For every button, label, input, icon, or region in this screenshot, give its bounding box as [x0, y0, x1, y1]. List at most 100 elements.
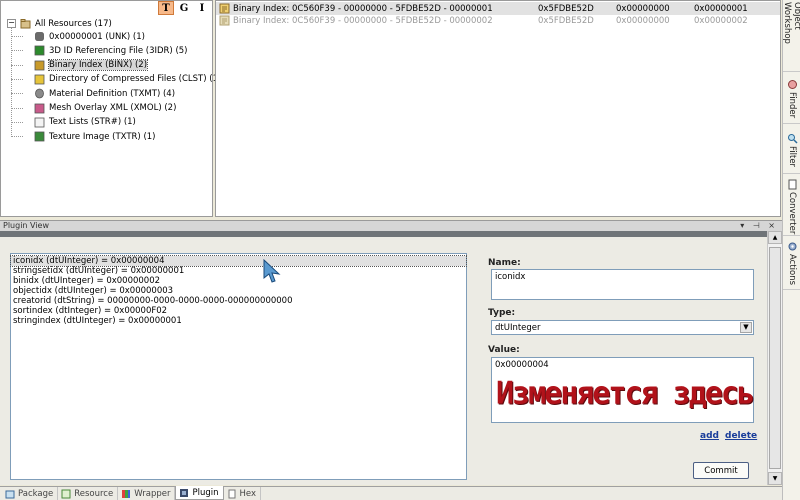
- wrapper-icon: [122, 489, 131, 498]
- plugin-view-header: Plugin View ▾ ⊣ ×: [0, 220, 782, 231]
- tab-hex[interactable]: Hex: [224, 487, 262, 500]
- tab-label: Plugin: [192, 487, 219, 498]
- side-tab-filter[interactable]: Filter: [783, 130, 800, 174]
- finder-icon: [787, 80, 797, 89]
- text-list-icon: [34, 117, 45, 128]
- tree-guide-line: [11, 107, 23, 109]
- field-item[interactable]: sortindex (dtInteger) = 0x00000F02: [11, 306, 466, 316]
- tab-package[interactable]: Package: [2, 487, 59, 500]
- side-tab-object-workshop[interactable]: Object Workshop: [782, 0, 800, 72]
- tree-toolbar-i-button[interactable]: I: [194, 1, 210, 15]
- package-icon: [5, 490, 15, 498]
- field-item[interactable]: creatorid (dtString) = 00000000-0000-000…: [11, 296, 466, 306]
- resource-icon: [61, 489, 71, 498]
- field-item[interactable]: stringindex (dtUInteger) = 0x00000001: [11, 316, 466, 326]
- add-link[interactable]: add: [700, 431, 719, 441]
- tree-guide-line: [11, 64, 23, 66]
- tab-resource[interactable]: Resource: [58, 487, 119, 500]
- tree-node-label: 3D ID Referencing File (3IDR) (5): [49, 45, 188, 56]
- list-row-name: Binary Index: 0C560F39 - 00000000 - 5FDB…: [233, 15, 493, 26]
- side-tab-converter[interactable]: Converter: [783, 176, 800, 236]
- tab-label: Package: [18, 488, 54, 499]
- texture-image-icon: [34, 131, 45, 142]
- field-item[interactable]: iconidx (dtUInteger) = 0x00000004: [10, 255, 467, 267]
- 3d-id-icon: [34, 45, 45, 56]
- tab-label: Wrapper: [134, 488, 171, 499]
- side-tab-label: Filter: [787, 146, 797, 168]
- scroll-thumb[interactable]: [769, 247, 781, 469]
- tree-guide-line: [11, 28, 12, 135]
- field-item[interactable]: objectidx (dtUInteger) = 0x00000003: [11, 286, 466, 296]
- list-row-type: 0x00000001: [694, 3, 748, 14]
- tab-plugin[interactable]: Plugin: [175, 486, 224, 500]
- overlay-annotation: Изменяется здесь: [496, 375, 755, 412]
- resource-tree-pane: T G I − All Resources (17) 0x00000001 (U…: [0, 0, 221, 217]
- tree-node[interactable]: 0x00000001 (UNK) (1): [34, 30, 145, 43]
- tree-node-label: Texture Image (TXTR) (1): [49, 131, 156, 142]
- tree-node[interactable]: Mesh Overlay XML (XMOL) (2): [34, 102, 176, 115]
- scroll-down-arrow[interactable]: ▼: [768, 472, 782, 485]
- side-tab-label: Finder: [787, 92, 797, 119]
- tree-node[interactable]: Binary Index (BINX) (2): [34, 59, 149, 72]
- side-tab-label: Actions: [787, 254, 797, 286]
- tab-label: Hex: [239, 488, 257, 499]
- tree-toolbar-t-button[interactable]: T: [158, 1, 174, 15]
- tree-node-label: Material Definition (TXMT) (4): [49, 88, 176, 99]
- tree-node-label: Text Lists (STR#) (1): [49, 117, 136, 128]
- plugin-icon: [180, 488, 189, 497]
- compressed-files-icon: [34, 74, 45, 85]
- gear-icon: [788, 242, 796, 251]
- tree-node-label: Binary Index (BINX) (2): [47, 59, 149, 72]
- tree-guide-line: [11, 36, 23, 37]
- side-tab-finder[interactable]: Finder: [783, 76, 800, 124]
- list-row-binx-2[interactable]: Binary Index: 0C560F39 - 00000000 - 5FDB…: [216, 14, 780, 27]
- type-select[interactable]: dtUInteger ▼: [491, 320, 754, 335]
- field-item[interactable]: stringsetidx (dtUInteger) = 0x00000001: [11, 266, 466, 276]
- material-cylinder-icon: [35, 88, 44, 99]
- gray-cube-icon: [35, 32, 44, 41]
- list-row-type: 0x00000002: [694, 15, 748, 26]
- binary-index-icon: [219, 3, 230, 14]
- tree-collapse-toggle[interactable]: −: [7, 19, 16, 28]
- list-row-instance: 0x5FDBE52D: [538, 15, 594, 26]
- tree-guide-line: [11, 136, 23, 138]
- commit-button[interactable]: Commit: [693, 462, 749, 479]
- tree-guide-line: [11, 50, 23, 52]
- tree-node-all-resources[interactable]: All Resources (17): [20, 17, 112, 30]
- tree-node-label: Directory of Compressed Files (CLST) (1): [49, 74, 222, 85]
- pin-close-controls[interactable]: ▾ ⊣ ×: [740, 221, 778, 231]
- side-tab-actions[interactable]: Actions: [783, 238, 800, 290]
- binary-index-icon: [34, 60, 45, 70]
- name-input[interactable]: iconidx: [491, 269, 754, 300]
- delete-link[interactable]: delete: [725, 431, 757, 441]
- document-icon: [788, 179, 796, 190]
- type-select-value: dtUInteger: [495, 323, 541, 333]
- tree-node[interactable]: Texture Image (TXTR) (1): [34, 130, 155, 143]
- tree-guide-line: [11, 93, 23, 95]
- tree-node-label: Mesh Overlay XML (XMOL) (2): [49, 103, 177, 113]
- hex-icon: [228, 489, 235, 498]
- side-tab-label: Object Workshop: [782, 2, 800, 44]
- list-row-group: 0x00000000: [616, 15, 670, 26]
- field-list[interactable]: iconidx (dtUInteger) = 0x00000004 string…: [10, 253, 467, 480]
- tree-node[interactable]: Material Definition (TXMT) (4): [34, 87, 175, 100]
- tree-toolbar: T G I: [158, 1, 210, 15]
- scroll-up-arrow[interactable]: ▲: [768, 231, 782, 244]
- chevron-down-icon[interactable]: ▼: [740, 322, 752, 333]
- tree-node[interactable]: 3D ID Referencing File (3IDR) (5): [34, 44, 188, 57]
- type-label: Type:: [488, 308, 516, 318]
- tree-node[interactable]: Directory of Compressed Files (CLST) (1): [34, 73, 221, 86]
- tree-node-label: All Resources (17): [35, 18, 112, 29]
- magnifier-icon: [787, 134, 798, 144]
- mesh-overlay-icon: [34, 103, 45, 113]
- value-input[interactable]: 0x00000004 Изменяется здесь: [491, 357, 755, 423]
- plugin-vertical-scrollbar[interactable]: ▲ ▼: [767, 231, 782, 485]
- field-item[interactable]: binidx (dtUInteger) = 0x00000002: [11, 276, 466, 286]
- value-text: 0x00000004: [495, 360, 549, 370]
- name-label: Name:: [488, 258, 521, 268]
- tree-toolbar-g-button[interactable]: G: [176, 1, 192, 15]
- tab-wrapper[interactable]: Wrapper: [118, 487, 176, 500]
- mouse-cursor-icon: [263, 259, 281, 283]
- tree-node[interactable]: Text Lists (STR#) (1): [34, 116, 136, 129]
- value-label: Value:: [488, 345, 520, 355]
